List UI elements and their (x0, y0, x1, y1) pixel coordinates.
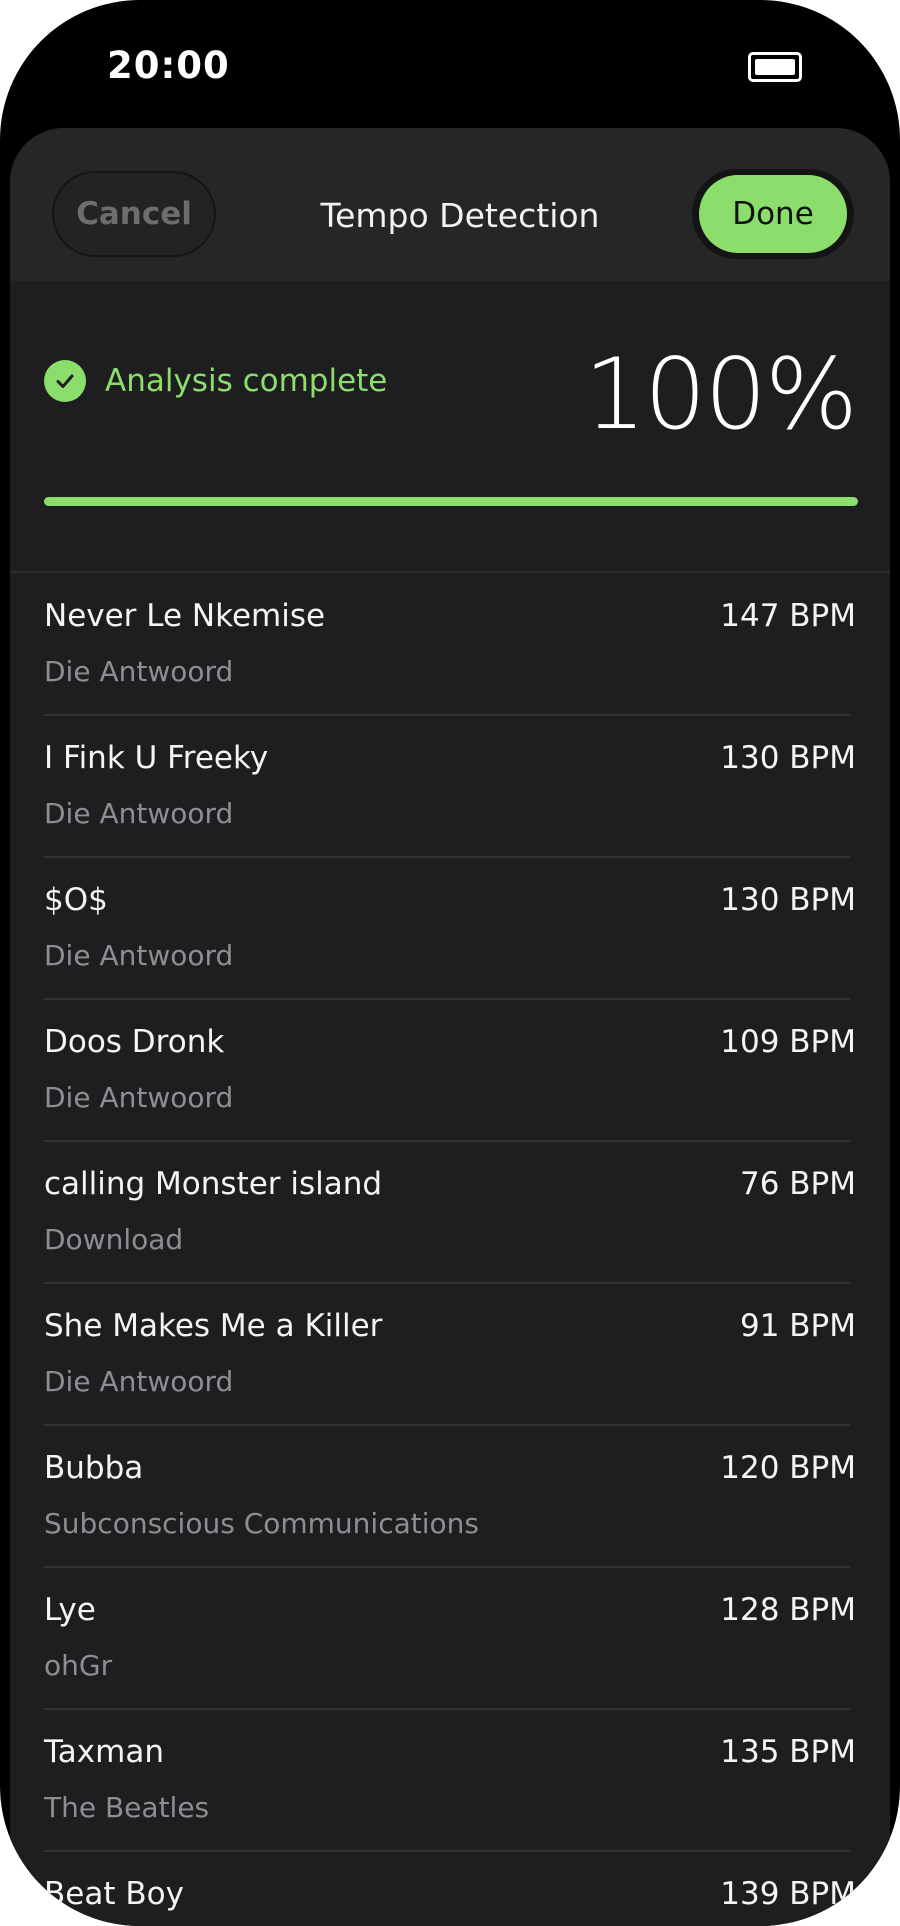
sheet-header: Cancel Tempo Detection Done (10, 128, 890, 281)
track-bpm: 128 BPM (720, 1592, 856, 1628)
track-row[interactable]: Beat Boy 139 BPM (10, 1852, 890, 1926)
track-title: Doos Dronk (44, 1024, 225, 1060)
track-row[interactable]: Taxman The Beatles 135 BPM (10, 1710, 890, 1852)
track-row[interactable]: She Makes Me a Killer Die Antwoord 91 BPM (10, 1284, 890, 1426)
track-title: Taxman (44, 1734, 164, 1770)
track-title: Never Le Nkemise (44, 598, 326, 634)
track-bpm: 147 BPM (720, 598, 856, 634)
track-artist: Die Antwoord (44, 655, 234, 688)
track-artist: Die Antwoord (44, 939, 234, 972)
track-title: Bubba (44, 1450, 144, 1486)
status-bar: 20:00 (0, 0, 900, 130)
analysis-status-label: Analysis complete (105, 363, 388, 399)
track-row[interactable]: Bubba Subconscious Communications 120 BPM (10, 1426, 890, 1568)
track-title: I Fink U Freeky (44, 740, 269, 776)
track-row[interactable]: I Fink U Freeky Die Antwoord 130 BPM (10, 716, 890, 858)
track-bpm: 130 BPM (720, 740, 856, 776)
track-bpm: 91 BPM (739, 1308, 856, 1344)
battery-level (755, 59, 795, 75)
progress-percent: 100% (583, 338, 858, 452)
track-row[interactable]: Never Le Nkemise Die Antwoord 147 BPM (10, 574, 890, 716)
track-row[interactable]: calling Monster island Download 76 BPM (10, 1142, 890, 1284)
done-button-outline: Done (692, 169, 854, 259)
track-title: $O$ (44, 882, 108, 918)
track-bpm: 130 BPM (720, 882, 856, 918)
track-artist: The Beatles (44, 1791, 210, 1824)
track-bpm: 139 BPM (720, 1876, 856, 1912)
track-row[interactable]: $O$ Die Antwoord 130 BPM (10, 858, 890, 1000)
analysis-status: Analysis complete (44, 360, 387, 402)
track-bpm: 135 BPM (720, 1734, 856, 1770)
track-bpm: 76 BPM (739, 1166, 856, 1202)
progress-bar (44, 497, 858, 506)
track-bpm: 120 BPM (720, 1450, 856, 1486)
track-row[interactable]: Doos Dronk Die Antwoord 109 BPM (10, 1000, 890, 1142)
track-row[interactable]: Lye ohGr 128 BPM (10, 1568, 890, 1710)
track-artist: Subconscious Communications (44, 1507, 479, 1540)
checkmark-circle-icon (44, 360, 86, 402)
tempo-detection-sheet: Cancel Tempo Detection Done Analysis com… (10, 128, 890, 1926)
section-divider (10, 571, 890, 573)
done-button[interactable]: Done (699, 175, 847, 253)
track-list: Never Le Nkemise Die Antwoord 147 BPM I Fin… (10, 574, 890, 1926)
battery-icon (748, 52, 802, 82)
cancel-button[interactable]: Cancel (52, 171, 216, 257)
track-title: Lye (44, 1592, 96, 1628)
track-title: She Makes Me a Killer (44, 1308, 383, 1344)
track-artist: Die Antwoord (44, 797, 234, 830)
phone-frame: 20:00 Cancel Tempo Detection Done Analys… (0, 0, 900, 1926)
track-artist: ohGr (44, 1649, 113, 1682)
track-title: Beat Boy (44, 1876, 184, 1912)
track-artist: Die Antwoord (44, 1365, 234, 1398)
track-artist: Die Antwoord (44, 1081, 234, 1114)
track-artist: Download (44, 1223, 184, 1256)
progress-bar-fill (44, 497, 858, 506)
track-bpm: 109 BPM (720, 1024, 856, 1060)
track-title: calling Monster island (44, 1166, 383, 1202)
checkmark-glyph (56, 374, 74, 388)
sheet-title: Tempo Detection (320, 196, 600, 235)
status-time: 20:00 (107, 44, 230, 87)
